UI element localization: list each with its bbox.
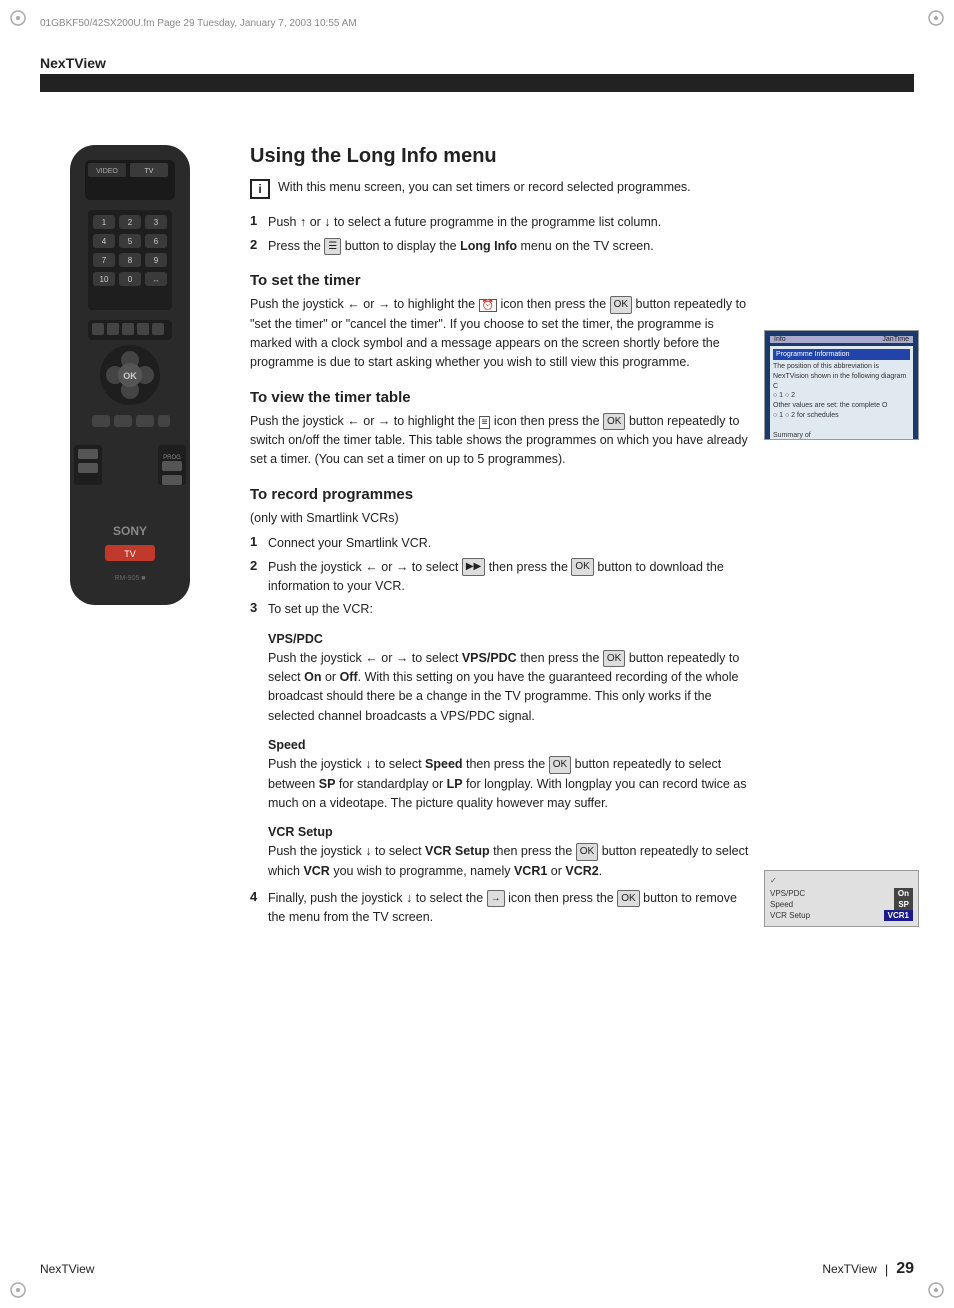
record-step-3-num: 3 [250,600,268,619]
svg-text:2: 2 [128,218,133,227]
svg-text:PROG: PROG [163,455,181,461]
page-header: NexTView [40,55,914,92]
vcr-speed-value: SP [894,899,913,910]
subsection-vcrsetup-title: VCR Setup [268,825,754,839]
corner-mark-tl [8,8,28,28]
page-number: 29 [896,1260,914,1278]
svg-text:7: 7 [102,256,107,265]
svg-text:9: 9 [154,256,159,265]
corner-mark-bl [8,1280,28,1300]
section-view-timer-text: Push the joystick ← or → to highlight th… [250,412,754,470]
vcr-row-vps: VPS/PDC On [770,888,913,899]
vcr-setup-value: VCR1 [884,910,913,921]
screen-image-area: Info JanTime Programme Information The p… [764,330,919,450]
step-1-text: Push ↑ or ↓ to select a future programme… [268,213,661,232]
page-footer: NexTView NexTView | 29 [40,1260,914,1278]
footer-right-label: NexTView [822,1262,876,1276]
step-2: 2 Press the ☰ button to display the Long… [250,237,754,256]
svg-text:1: 1 [102,218,107,227]
record-step-2-text: Push the joystick ← or → to select ▶▶ th… [268,558,754,597]
record-step-4-text: Finally, push the joystick ↓ to select t… [268,889,754,928]
vcr-settings-image-area: ✓ VPS/PDC On Speed SP VCR Setup VCR1 [764,870,919,927]
vcr-vps-value: On [894,888,913,899]
corner-mark-tr [926,8,946,28]
vcr-setup-label: VCR Setup [770,911,810,920]
svg-text:10: 10 [100,275,109,284]
subsection-speed-text: Push the joystick ↓ to select Speed then… [268,755,754,813]
step-1: 1 Push ↑ or ↓ to select a future program… [250,213,754,232]
record-step-1: 1 Connect your Smartlink VCR. [250,534,754,553]
record-step-4: 4 Finally, push the joystick ↓ to select… [250,889,754,928]
vcr-row-speed: Speed SP [770,899,913,910]
vcr-row-setup: VCR Setup VCR1 [770,910,913,921]
page-header-bar [40,74,914,92]
remote-control-image: VIDEO TV 1 2 3 4 5 6 7 8 9 10 0 ↔ [40,145,235,628]
svg-text:VIDEO: VIDEO [96,168,118,175]
svg-text:6: 6 [154,237,159,246]
intro-text: With this menu screen, you can set timer… [278,178,691,197]
svg-text:0: 0 [128,275,133,284]
corner-mark-br [926,1280,946,1300]
svg-text:TV: TV [145,168,154,175]
page-header-title: NexTView [40,55,914,71]
info-icon: i [250,179,270,199]
footer-left-label: NexTView [40,1262,94,1276]
svg-text:4: 4 [102,237,107,246]
record-step-1-text: Connect your Smartlink VCR. [268,534,431,553]
subsection-vcrsetup-text: Push the joystick ↓ to select VCR Setup … [268,842,754,881]
vcr-speed-label: Speed [770,900,793,909]
record-step-4-num: 4 [250,889,268,928]
subsection-speed-title: Speed [268,738,754,752]
svg-text:8: 8 [128,256,133,265]
section-record-title: To record programmes [250,486,754,503]
vcr-tick: ✓ [770,876,913,885]
vcr-settings-panel: ✓ VPS/PDC On Speed SP VCR Setup VCR1 [764,870,919,927]
svg-text:5: 5 [128,237,133,246]
longinfo-screen: Info JanTime Programme Information The p… [764,330,919,440]
article-content: Using the Long Info menu i With this men… [250,145,754,932]
footer-right: NexTView | 29 [822,1260,914,1278]
record-step-2-num: 2 [250,558,268,597]
svg-text:RM-905 ■: RM-905 ■ [114,575,145,582]
screen-header: Info JanTime [770,336,913,343]
section-timer-title: To set the timer [250,272,754,289]
main-title: Using the Long Info menu [250,145,754,168]
step-2-num: 2 [250,237,268,256]
record-step-3-text: To set up the VCR: [268,600,373,619]
screen-body: Programme Information The position of th… [770,346,913,440]
subsection-vpspdc-text: Push the joystick ← or → to select VPS/P… [268,649,754,727]
svg-text:↔: ↔ [153,277,160,284]
vcr-vps-label: VPS/PDC [770,889,805,898]
svg-text:OK: OK [123,371,137,381]
file-info: 01GBKF50/42SX200U.fm Page 29 Tuesday, Ja… [40,18,357,29]
section-view-timer-title: To view the timer table [250,389,754,406]
subsection-vpspdc-title: VPS/PDC [268,632,754,646]
intro-row: i With this menu screen, you can set tim… [250,178,754,203]
svg-text:SONY: SONY [113,524,147,538]
step-1-num: 1 [250,213,268,232]
svg-text:3: 3 [154,218,159,227]
section-record-subtitle: (only with Smartlink VCRs) [250,509,754,528]
svg-text:TV: TV [124,549,136,559]
record-step-2: 2 Push the joystick ← or → to select ▶▶ … [250,558,754,597]
section-timer-text: Push the joystick ← or → to highlight th… [250,295,754,373]
record-step-1-num: 1 [250,534,268,553]
record-step-3: 3 To set up the VCR: [250,600,754,619]
step-2-text: Press the ☰ button to display the Long I… [268,237,654,256]
